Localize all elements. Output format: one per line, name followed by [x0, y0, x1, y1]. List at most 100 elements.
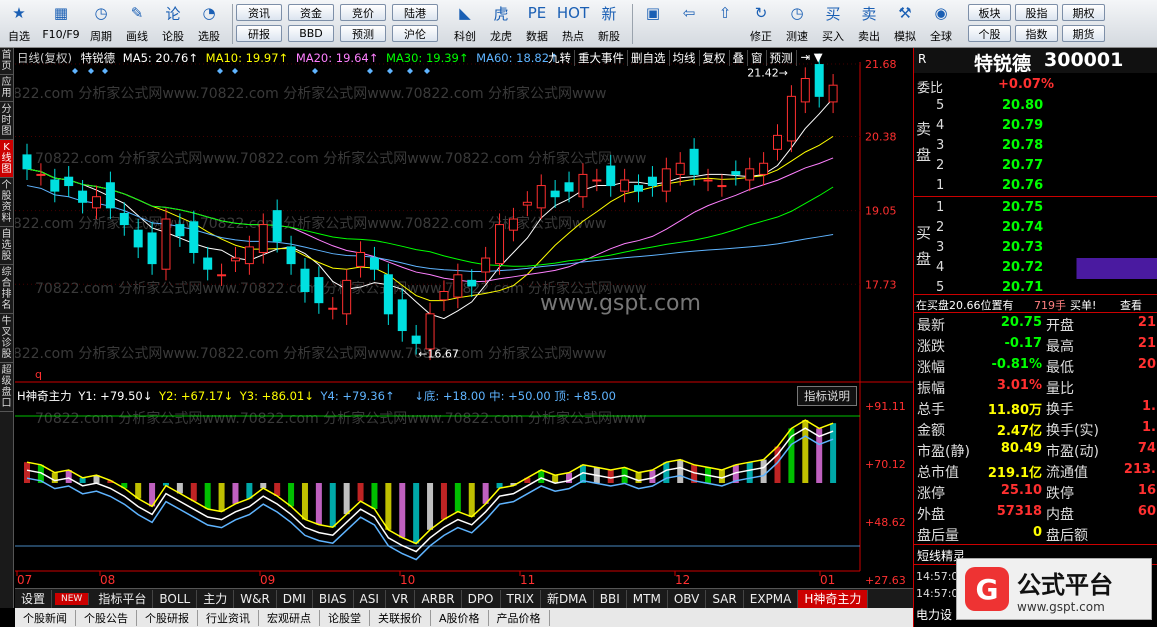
bottom-tab[interactable]: 个股公告	[76, 609, 137, 626]
toolbar-grid-button[interactable]: 个股	[968, 25, 1011, 42]
indicator-tab[interactable]: OBV	[668, 589, 707, 608]
indicator-tab[interactable]: W&R	[234, 589, 277, 608]
indicator-tab[interactable]: H神奇主力	[798, 589, 869, 608]
event-marker[interactable]	[102, 68, 108, 74]
toolbar-button[interactable]: ↻ 修正	[746, 2, 776, 46]
toolbar-grid-button[interactable]: 研报	[236, 25, 282, 42]
indicator-tab[interactable]: NEW	[55, 592, 90, 605]
indicator-tab[interactable]: TRIX	[501, 589, 541, 608]
bottom-tab[interactable]: 行业资讯	[198, 609, 259, 626]
chart-button[interactable]: 重大事件	[575, 50, 628, 66]
toolbar-button[interactable]: ◉ 全球	[926, 2, 956, 46]
event-marker[interactable]	[312, 68, 318, 74]
toolbar-button[interactable]: ▦ F10/F9	[40, 2, 82, 46]
left-tab[interactable]: 首页	[0, 48, 13, 75]
indicator-tab[interactable]: 主力	[197, 589, 235, 608]
left-tab[interactable]: K线图	[0, 140, 13, 178]
chart-button[interactable]: 预测	[767, 50, 797, 66]
kline-chart[interactable]: 70822.com 分析家公式网www.70822.com 分析家公式网www.…	[0, 48, 913, 588]
left-tab[interactable]: 综合排名	[0, 265, 13, 314]
toolbar-grid-button[interactable]: 指数	[1015, 25, 1058, 42]
toolbar-grid-button[interactable]: 资讯	[236, 4, 282, 21]
buy-level-row[interactable]: 1 20.75	[932, 198, 1157, 219]
toolbar-button[interactable]: ◷ 周期	[86, 2, 116, 46]
indicator-tab[interactable]: 设置	[15, 589, 53, 608]
indicator-tab[interactable]: EXPMA	[744, 589, 799, 608]
event-marker[interactable]	[387, 68, 393, 74]
toolbar-button[interactable]: 论论股	[158, 2, 188, 46]
chart-button[interactable]: 均线	[670, 50, 700, 66]
indicator-tab[interactable]: BOLL	[153, 589, 198, 608]
chart-arrow-icon[interactable]: ⇥ ▼	[797, 50, 827, 66]
toolbar-grid-button[interactable]: 期权	[1062, 4, 1105, 21]
toolbar-button[interactable]: ★ 自选	[4, 2, 34, 46]
indicator-tab[interactable]: ARBR	[415, 589, 462, 608]
event-marker[interactable]	[424, 68, 430, 74]
event-marker[interactable]	[367, 68, 373, 74]
indicator-tab[interactable]: BBI	[594, 589, 627, 608]
toolbar-button[interactable]: ✎ 画线	[122, 2, 152, 46]
toolbar-button[interactable]: 虎龙虎	[486, 2, 516, 46]
bottom-tab[interactable]: A股价格	[431, 609, 489, 626]
indicator-tab[interactable]: BIAS	[313, 589, 354, 608]
indicator-tab[interactable]: MTM	[627, 589, 668, 608]
indicator-tab[interactable]: ASI	[354, 589, 386, 608]
toolbar-grid-button[interactable]: 板块	[968, 4, 1011, 21]
buy-level-row[interactable]: 4 20.72	[932, 258, 1157, 279]
bottom-tab[interactable]: 个股新闻	[15, 609, 76, 626]
sell-level-row[interactable]: 5 20.80	[932, 96, 1157, 117]
chart-button[interactable]: 叠	[730, 50, 748, 66]
toolbar-button[interactable]: PE 数据	[522, 2, 552, 46]
sell-level-row[interactable]: 4 20.79	[932, 116, 1157, 137]
toolbar-button[interactable]: ▣	[638, 2, 668, 46]
toolbar-button[interactable]: 卖卖出	[854, 2, 884, 46]
buy-level-row[interactable]: 3 20.73	[932, 238, 1157, 259]
toolbar-button[interactable]: ◣ 科创	[450, 2, 480, 46]
indicator-tab[interactable]: 新DMA	[541, 589, 594, 608]
toolbar-button[interactable]: ◷ 测速	[782, 2, 812, 46]
left-tab[interactable]: 超级盘口	[0, 363, 13, 412]
bottom-tab[interactable]: 个股研报	[137, 609, 198, 626]
left-tab[interactable]: 分时图	[0, 102, 13, 140]
chart-canvas[interactable]: 70822.com 分析家公式网www.70822.com 分析家公式网www.…	[0, 48, 913, 588]
toolbar-grid-button[interactable]: 预测	[340, 25, 386, 42]
event-marker[interactable]	[407, 68, 413, 74]
toolbar-button[interactable]: ⇦	[674, 2, 704, 46]
left-tab[interactable]: 个股资料	[0, 178, 13, 227]
sell-level-row[interactable]: 3 20.78	[932, 136, 1157, 157]
indicator-tab[interactable]: SAR	[706, 589, 744, 608]
toolbar-grid-button[interactable]: 股指	[1015, 4, 1058, 21]
chart-button[interactable]: 复权	[700, 50, 730, 66]
left-tab[interactable]: 牛叉诊股	[0, 314, 13, 363]
sell-level-row[interactable]: 1 20.76	[932, 176, 1157, 197]
event-marker[interactable]	[232, 68, 238, 74]
indicator-tab[interactable]: DPO	[462, 589, 501, 608]
toolbar-grid-button[interactable]: 期货	[1062, 25, 1105, 42]
bottom-tab[interactable]: 关联报价	[370, 609, 431, 626]
indicator-tab[interactable]: DMI	[277, 589, 313, 608]
toolbar-grid-button[interactable]: 竞价	[340, 4, 386, 21]
toolbar-button[interactable]: HOT 热点	[557, 2, 589, 46]
buy-level-row[interactable]: 2 20.74	[932, 218, 1157, 239]
indicator-explain-button[interactable]: 指标说明	[797, 386, 857, 406]
bottom-tab[interactable]: 产品价格	[489, 609, 550, 626]
bottom-tab[interactable]: 论股堂	[320, 609, 370, 626]
event-marker[interactable]	[217, 68, 223, 74]
chart-button[interactable]: 九转	[545, 50, 575, 66]
toolbar-button[interactable]: ⚒ 模拟	[890, 2, 920, 46]
toolbar-grid-button[interactable]: 资金	[288, 4, 334, 21]
toolbar-button[interactable]: 新新股	[594, 2, 624, 46]
toolbar-button[interactable]: 买买入	[818, 2, 848, 46]
sell-level-row[interactable]: 2 20.77	[932, 156, 1157, 177]
indicator-tab[interactable]: 指标平台	[92, 589, 154, 608]
bottom-tab[interactable]: 宏观研点	[259, 609, 320, 626]
left-tab[interactable]: 应用	[0, 75, 13, 102]
toolbar-grid-button[interactable]: 沪伦	[392, 25, 438, 42]
indicator-tab[interactable]: VR	[386, 589, 416, 608]
event-marker[interactable]	[88, 68, 94, 74]
event-marker[interactable]	[72, 68, 78, 74]
toolbar-grid-button[interactable]: 陆港	[392, 4, 438, 21]
chart-button[interactable]: 删自选	[628, 50, 670, 66]
toolbar-button[interactable]: ⇧	[710, 2, 740, 46]
left-tab[interactable]: 自选股	[0, 227, 13, 265]
